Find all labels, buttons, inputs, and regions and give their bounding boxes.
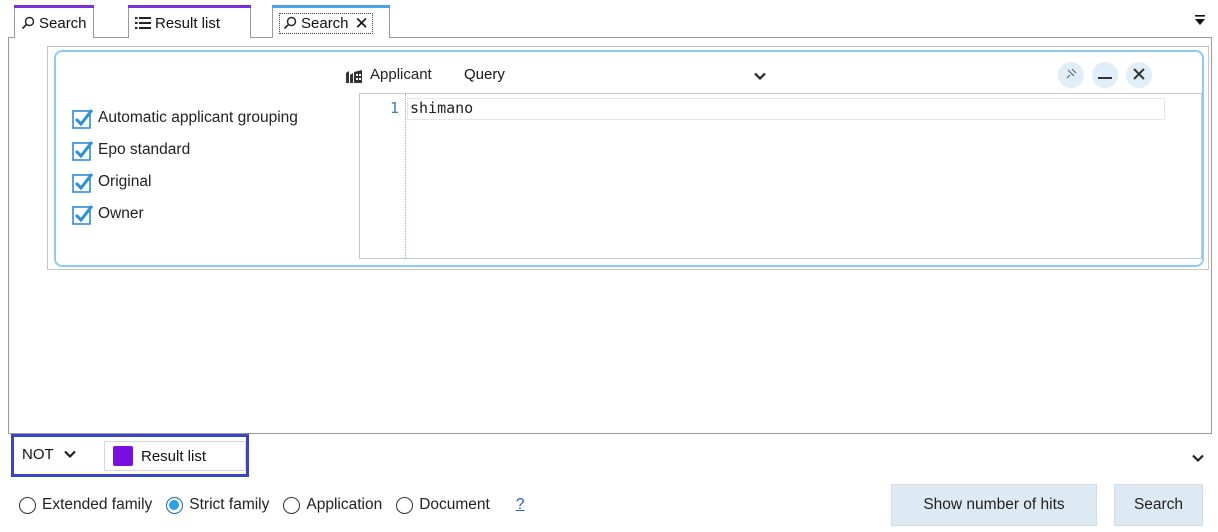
radio-label: Application — [306, 496, 383, 513]
radio-label: Strict family — [189, 496, 270, 513]
radio-label: Document — [419, 496, 490, 513]
radio-circle[interactable] — [283, 496, 301, 514]
result-filter-row: NOT Result list — [8, 434, 1212, 477]
minimize-button[interactable] — [1092, 62, 1118, 88]
minimize-icon — [1098, 67, 1112, 84]
radio-circle-selected[interactable] — [166, 496, 184, 514]
checkbox-checked-icon[interactable] — [72, 172, 94, 193]
tab-label: Search — [39, 14, 87, 32]
option-original[interactable]: Original — [72, 166, 298, 198]
tab-label: Search — [301, 14, 349, 32]
query-block: Applicant Query Automatic applicant grou… — [54, 50, 1204, 267]
chevron-down-icon — [754, 68, 766, 85]
expand-chevron-icon[interactable] — [1192, 450, 1204, 467]
tab-search-active[interactable]: Search ✕ — [272, 5, 390, 38]
checkbox-checked-icon[interactable] — [72, 140, 94, 161]
radio-label: Extended family — [42, 496, 153, 513]
tab-focus-box: Search ✕ — [279, 12, 373, 34]
query-block-container: Applicant Query Automatic applicant grou… — [47, 46, 1209, 270]
operator-value: NOT — [22, 446, 54, 463]
radio-circle[interactable] — [19, 496, 36, 514]
close-block-button[interactable] — [1126, 62, 1152, 88]
pin-button[interactable] — [1058, 62, 1084, 88]
query-block-header: Applicant Query — [56, 52, 1202, 96]
query-type-value: Query — [464, 65, 505, 83]
option-label: Automatic applicant grouping — [98, 109, 298, 126]
list-icon — [135, 16, 151, 30]
option-automatic-applicant-grouping[interactable]: Automatic applicant grouping — [72, 102, 298, 134]
query-text[interactable]: shimano — [410, 99, 473, 117]
current-line-highlight — [407, 98, 1165, 120]
family-radio-group: Extended family Strict family Applicatio… — [19, 496, 524, 514]
tab-result-list[interactable]: Result list — [128, 5, 252, 38]
query-editor[interactable]: 1 shimano — [359, 93, 1202, 259]
option-label: Original — [98, 173, 152, 190]
search-button[interactable]: Search — [1114, 484, 1203, 526]
option-label: Epo standard — [98, 141, 191, 158]
radio-application[interactable]: Application — [283, 496, 382, 514]
chevron-down-icon — [63, 446, 76, 463]
radio-strict-family[interactable]: Strict family — [166, 496, 269, 514]
pin-icon — [1065, 67, 1077, 84]
active-tab-accent-bar — [272, 5, 390, 8]
tab-search-1[interactable]: Search — [14, 5, 94, 38]
show-number-of-hits-button[interactable]: Show number of hits — [891, 484, 1097, 526]
editor-gutter — [405, 94, 406, 258]
result-list-selector[interactable]: Result list — [104, 441, 246, 471]
query-type-select[interactable]: Query — [459, 59, 772, 89]
close-tab-icon[interactable]: ✕ — [355, 15, 369, 32]
option-label: Owner — [98, 205, 144, 222]
applicant-options: Automatic applicant grouping Epo standar… — [72, 102, 298, 230]
radio-document[interactable]: Document — [396, 496, 490, 514]
search-icon — [283, 16, 297, 30]
search-options-bar: Extended family Strict family Applicatio… — [0, 480, 1218, 532]
line-number: 1 — [390, 99, 400, 117]
tab-bar: Search Result list Search ✕ — [0, 0, 1218, 38]
result-color-swatch — [113, 446, 133, 466]
close-icon — [1133, 67, 1145, 84]
building-icon — [345, 69, 363, 88]
tab-label: Result list — [155, 14, 221, 32]
field-label: Applicant — [370, 66, 432, 83]
radio-extended-family[interactable]: Extended family — [19, 496, 152, 514]
tab-accent-bar — [128, 5, 252, 8]
option-owner[interactable]: Owner — [72, 198, 298, 230]
help-link[interactable]: ? — [516, 496, 525, 514]
tab-accent-bar — [14, 5, 94, 8]
checkbox-checked-icon[interactable] — [72, 204, 94, 225]
search-icon — [21, 16, 35, 30]
query-canvas: Applicant Query Automatic applicant grou… — [8, 38, 1212, 434]
radio-circle[interactable] — [396, 496, 414, 514]
option-epo-standard[interactable]: Epo standard — [72, 134, 298, 166]
tab-overflow-icon[interactable] — [1194, 13, 1206, 30]
operator-select[interactable]: NOT — [22, 446, 76, 463]
checkbox-checked-icon[interactable] — [72, 108, 94, 129]
result-list-label: Result list — [141, 447, 207, 465]
